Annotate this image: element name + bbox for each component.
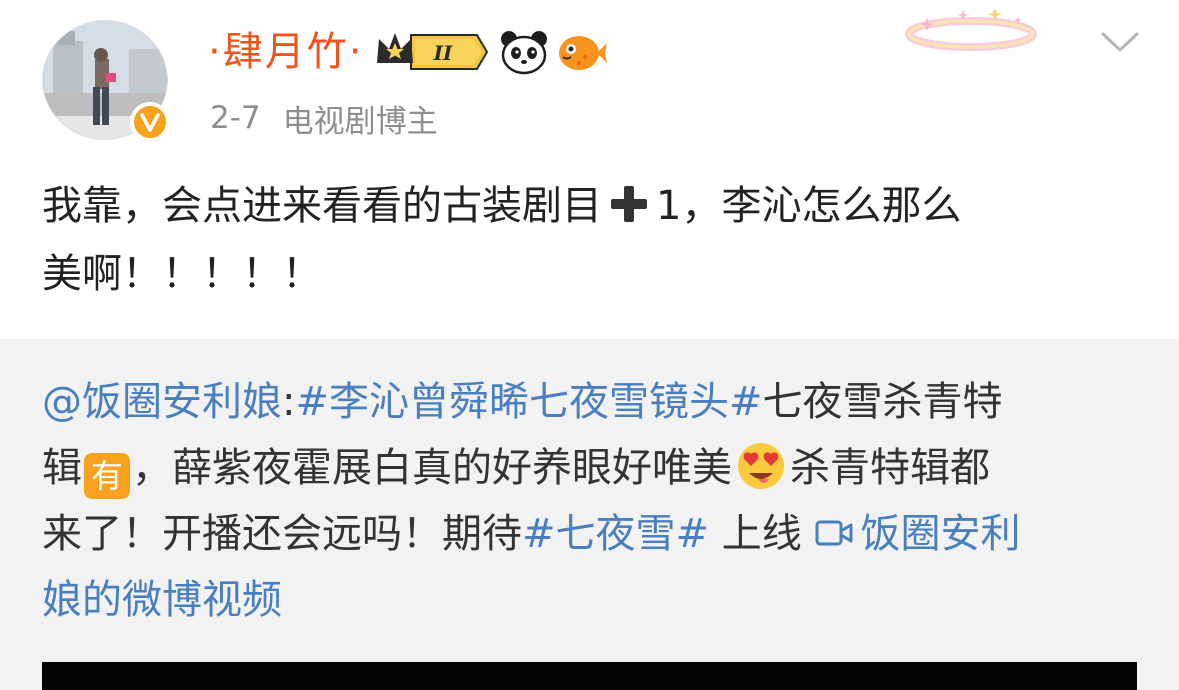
post-meta: 2-7 电视剧博主 xyxy=(210,95,438,141)
plus-icon xyxy=(611,186,647,222)
post-date: 2-7 xyxy=(210,100,261,136)
repost-line-2: 辑有，薛紫夜霍展白真的好养眼好唯美 杀青特辑都 xyxy=(42,435,1152,501)
verified-badge xyxy=(130,102,170,142)
badge-level: II xyxy=(433,41,453,65)
repost-text-part: 杀青特辑都 xyxy=(790,445,990,491)
repost-text-part: 上线 xyxy=(709,511,815,557)
panda-icon xyxy=(499,29,549,75)
video-link[interactable]: 饭圈安利 xyxy=(814,511,1020,557)
post-text-part: 1，李沁怎么那么 xyxy=(656,183,962,229)
crown-level-badge-icon[interactable]: II xyxy=(373,29,491,75)
hashtag-link[interactable]: #七夜雪# xyxy=(522,511,709,557)
avatar-container[interactable] xyxy=(42,20,170,142)
author-name[interactable]: ·肆月竹· xyxy=(208,32,363,72)
repost-line-3: 来了！开播还会远吗！期待#七夜雪# 上线 饭圈安利 xyxy=(42,501,1152,567)
weibo-post-page: ·肆月竹· II 2-7 电视剧博主 我靠，会点进来看看的古装剧目 1，李沁怎么… xyxy=(0,0,1179,690)
more-options-button[interactable] xyxy=(1097,22,1143,62)
post-text: 我靠，会点进来看看的古装剧目 1，李沁怎么那么 美啊！！！！！ xyxy=(42,172,1142,308)
repost-line-1: @饭圈安利娘:#李沁曾舜晞七夜雪镜头#七夜雪杀青特 xyxy=(42,369,1152,435)
repost-text: @饭圈安利娘:#李沁曾舜晞七夜雪镜头#七夜雪杀青特 辑有，薛紫夜霍展白真的好养眼… xyxy=(42,369,1152,633)
you-tag-emoji: 有 xyxy=(84,453,130,499)
repost-card[interactable]: @饭圈安利娘:#李沁曾舜晞七夜雪镜头#七夜雪杀青特 辑有，薛紫夜霍展白真的好养眼… xyxy=(0,339,1179,690)
chevron-down-icon xyxy=(1101,32,1139,52)
post-text-line-2: 美啊！！！！！ xyxy=(42,251,322,297)
author-label: 电视剧博主 xyxy=(282,103,438,140)
post-text-line-1: 我靠，会点进来看看的古装剧目 1，李沁怎么那么 xyxy=(42,172,1142,240)
repost-colon: : xyxy=(282,379,296,425)
video-player[interactable] xyxy=(42,662,1137,690)
repost-text-part: 七夜雪杀青特 xyxy=(762,379,1003,425)
mention-link[interactable]: @饭圈安利娘 xyxy=(42,379,282,425)
repost-text-part: 辑 xyxy=(42,445,82,491)
repost-text-part: ，薛紫夜霍展白真的好养眼好唯美 xyxy=(132,445,732,491)
pufferfish-icon xyxy=(555,29,608,75)
sparkle-halo-icon xyxy=(903,0,1043,60)
repost-line-4[interactable]: 娘的微博视频 xyxy=(42,567,1152,633)
hashtag-link[interactable]: #李沁曾舜晞七夜雪镜头# xyxy=(295,379,762,425)
post-text-part: 我靠，会点进来看看的古装剧目 xyxy=(42,183,602,229)
heart-eyes-emoji-icon xyxy=(738,443,784,489)
video-camera-icon xyxy=(815,520,853,546)
verified-v-icon xyxy=(140,113,160,132)
author-name-row: ·肆月竹· II xyxy=(208,22,608,82)
video-link-text[interactable]: 饭圈安利 xyxy=(860,511,1020,557)
repost-text-part: 来了！开播还会远吗！期待 xyxy=(42,511,522,557)
